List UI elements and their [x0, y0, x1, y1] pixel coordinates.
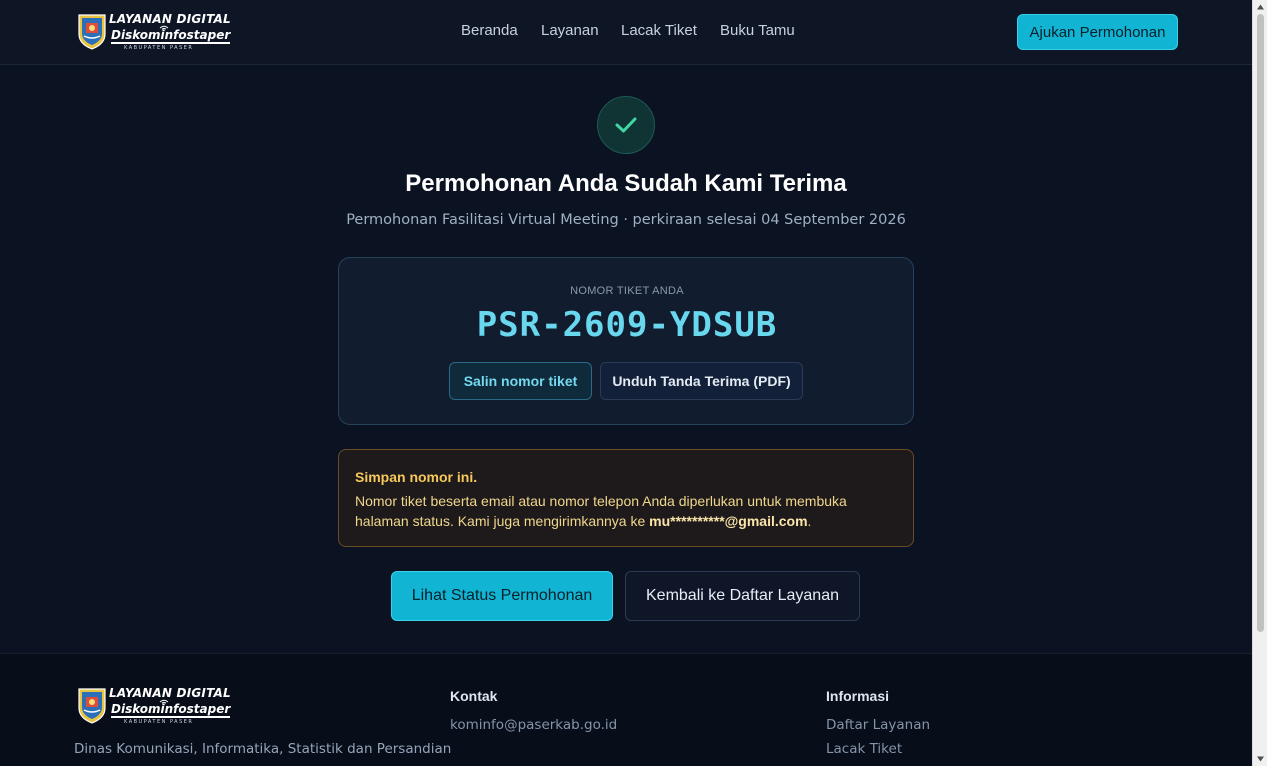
download-receipt-button[interactable]: Unduh Tanda Terima (PDF) — [600, 362, 803, 400]
view-status-button[interactable]: Lihat Status Permohonan — [391, 571, 613, 621]
masked-email: mu**********@gmail.com — [649, 513, 808, 529]
top-header: LAYANAN DIGITAL Diskominfostaper KABUPAT… — [0, 0, 1252, 65]
footer-brand-region: KABUPATEN PASER — [124, 719, 194, 725]
page: LAYANAN DIGITAL Diskominfostaper KABUPAT… — [0, 0, 1252, 766]
footer-contact-email[interactable]: kominfo@paserkab.go.id — [450, 717, 617, 733]
footer-info-title: Informasi — [826, 688, 890, 704]
nav-beranda[interactable]: Beranda — [461, 22, 518, 42]
shield-emblem-icon — [78, 14, 106, 50]
footer-brand-title: LAYANAN DIGITAL — [109, 686, 231, 700]
notice-title: Simpan nomor ini. — [355, 469, 478, 485]
footer-contact-title: Kontak — [450, 688, 498, 704]
scroll-down-arrow-icon[interactable] — [1256, 755, 1265, 763]
footer-link-lacak-tiket[interactable]: Lacak Tiket — [826, 741, 902, 757]
brand-logo[interactable]: LAYANAN DIGITAL Diskominfostaper KABUPAT… — [76, 12, 236, 52]
brand-subtitle: Diskominfostaper — [111, 28, 231, 44]
footer-description: Dinas Komunikasi, Informatika, Statistik… — [74, 741, 452, 757]
ticket-card: NOMOR TIKET ANDA PSR-2609-YDSUB Salin no… — [338, 257, 914, 425]
footer-brand-subtitle: Diskominfostaper — [111, 702, 231, 718]
check-icon — [615, 117, 637, 133]
back-to-services-button[interactable]: Kembali ke Daftar Layanan — [625, 571, 860, 621]
notice-body: Nomor tiket beserta email atau nomor tel… — [355, 491, 897, 531]
footer-brand-logo[interactable]: LAYANAN DIGITAL Diskominfostaper KABUPAT… — [76, 686, 236, 726]
brand-region: KABUPATEN PASER — [124, 45, 194, 51]
footer-link-daftar-layanan[interactable]: Daftar Layanan — [826, 717, 930, 733]
page-scrollbar[interactable] — [1252, 0, 1267, 766]
submit-request-button[interactable]: Ajukan Permohonan — [1017, 14, 1178, 50]
shield-emblem-icon — [78, 688, 106, 724]
notice-end: . — [807, 513, 812, 529]
ticket-number: PSR-2609-YDSUB — [476, 305, 778, 345]
success-badge — [597, 96, 655, 154]
footer: LAYANAN DIGITAL Diskominfostaper KABUPAT… — [0, 653, 1252, 766]
scroll-up-arrow-icon[interactable] — [1256, 3, 1265, 11]
nav-lacak-tiket[interactable]: Lacak Tiket — [621, 22, 697, 42]
page-subtitle: Permohonan Fasilitasi Virtual Meeting · … — [346, 212, 906, 228]
copy-ticket-button[interactable]: Salin nomor tiket — [449, 362, 592, 400]
scroll-thumb[interactable] — [1257, 14, 1264, 632]
page-title: Permohonan Anda Sudah Kami Terima — [405, 170, 847, 197]
nav-buku-tamu[interactable]: Buku Tamu — [720, 22, 795, 42]
nav-layanan[interactable]: Layanan — [541, 22, 599, 42]
save-notice: Simpan nomor ini. Nomor tiket beserta em… — [338, 449, 914, 547]
ticket-label: NOMOR TIKET ANDA — [570, 285, 684, 297]
brand-title: LAYANAN DIGITAL — [109, 12, 231, 26]
